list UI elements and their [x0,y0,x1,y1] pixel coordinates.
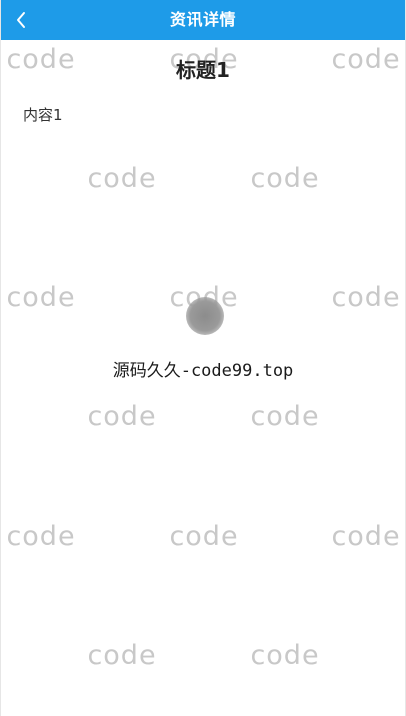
watermark: code [250,640,320,671]
loading-spinner-icon [186,297,224,335]
article-content: 内容1 [23,106,63,124]
watermark: code [250,163,320,194]
watermark: code [87,401,157,432]
article-title: 标题1 [176,58,230,82]
loading-text: 源码久久-code99.top [112,361,294,381]
watermark: code [6,521,76,552]
header-bar: 资讯详情 [1,0,405,40]
page: code code code code code code code code … [0,0,406,716]
watermark: code [331,521,401,552]
watermark: code [169,521,239,552]
back-button[interactable] [9,6,33,34]
watermark: code [6,282,76,313]
page-title: 资讯详情 [169,10,236,29]
watermark: code [331,282,401,313]
watermark: code [87,640,157,671]
watermark: code [250,401,320,432]
watermark: code [87,163,157,194]
chevron-left-icon [17,12,25,28]
